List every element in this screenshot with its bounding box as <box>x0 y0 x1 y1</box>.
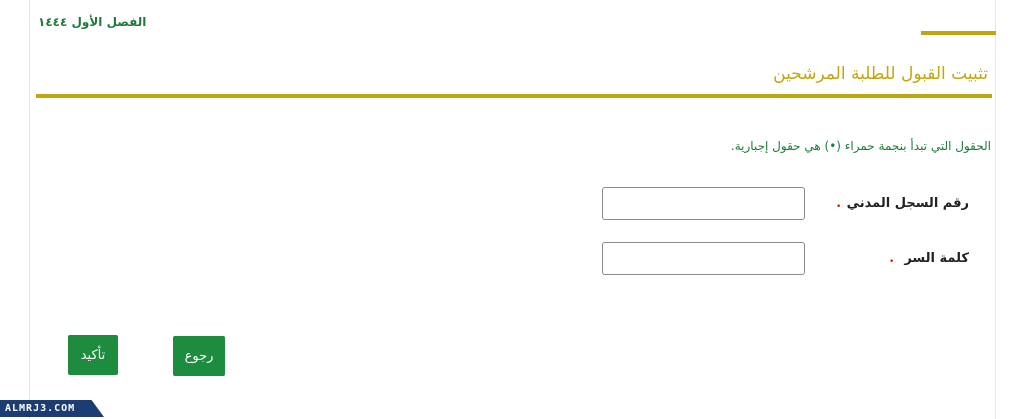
required-marker: • <box>836 202 842 212</box>
password-label: كلمة السر <box>904 251 969 266</box>
required-fields-note: الحقول التي تبدأ بنجمة حمراء (•) هي حقول… <box>730 139 991 153</box>
confirm-button[interactable]: تأكيد <box>68 335 118 375</box>
page-title: تثبيت القبول للطلبة المرشحين <box>773 64 988 84</box>
semester-label: الفصل الأول ١٤٤٤ <box>38 15 147 29</box>
top-accent-bar <box>921 31 996 35</box>
required-marker: • <box>889 257 895 267</box>
title-underline <box>36 94 992 98</box>
civil-id-input[interactable] <box>602 187 805 220</box>
back-button[interactable]: رجوع <box>173 336 225 376</box>
watermark-logo: ALMRJ3.COM <box>0 400 104 417</box>
password-input[interactable] <box>602 242 805 275</box>
civil-id-label: رقم السجل المدني <box>846 196 969 211</box>
